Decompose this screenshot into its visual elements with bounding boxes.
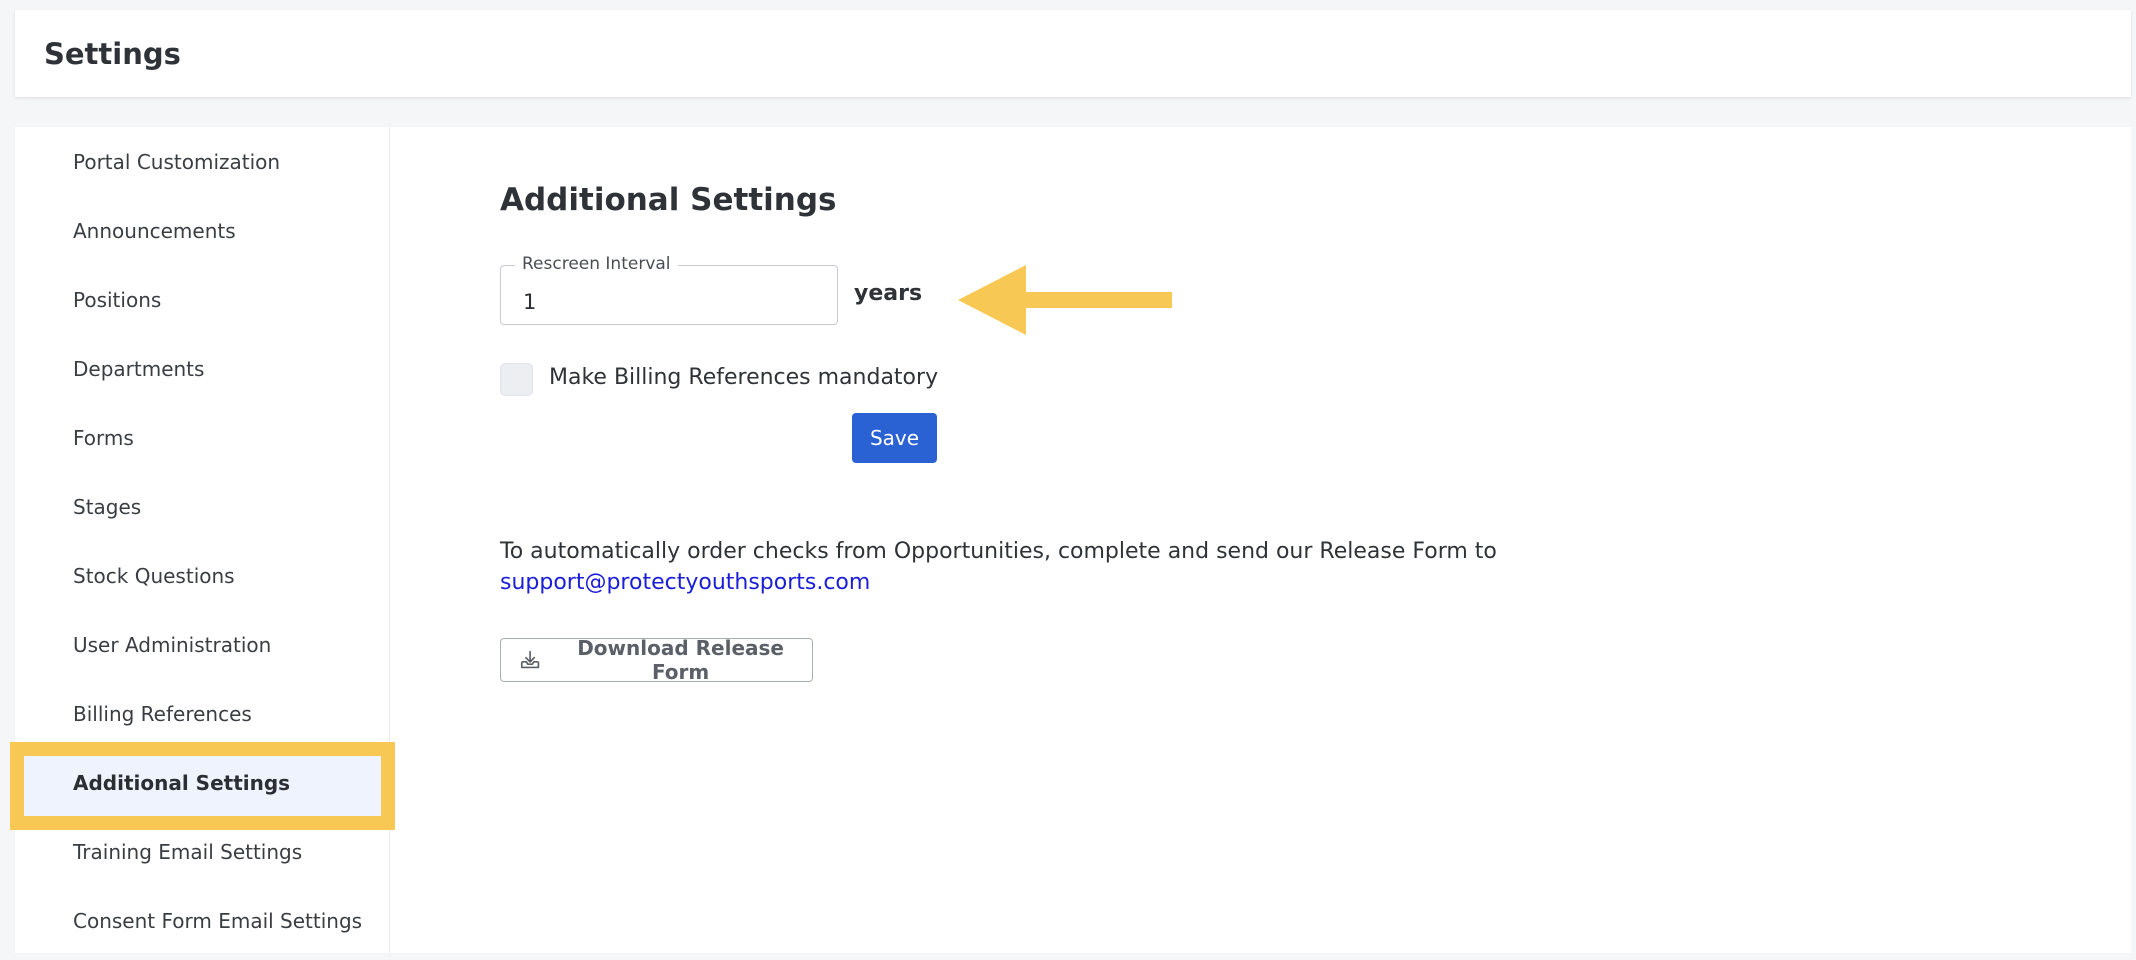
sidebar-item-stages[interactable]: Stages: [15, 472, 389, 541]
sidebar-item-label: Consent Form Email Settings: [73, 908, 363, 933]
settings-panel: Portal Customization Announcements Posit…: [10, 127, 2131, 955]
sidebar-item-label: Announcements: [73, 218, 236, 243]
billing-references-checkbox[interactable]: [500, 363, 533, 396]
sidebar-item-label: Additional Settings: [73, 770, 291, 795]
sidebar-item-consent-form-email-settings[interactable]: Consent Form Email Settings: [15, 886, 389, 955]
sidebar-item-user-administration[interactable]: User Administration: [15, 610, 389, 679]
sidebar-item-label: Billing References: [73, 701, 252, 726]
sidebar-item-training-email-settings[interactable]: Training Email Settings: [15, 817, 389, 886]
rescreen-interval-unit: years: [854, 281, 923, 306]
support-email-link[interactable]: support@protectyouthsports.com: [500, 570, 870, 595]
sidebar-item-portal-customization[interactable]: Portal Customization: [15, 127, 389, 196]
sidebar-item-announcements[interactable]: Announcements: [15, 196, 389, 265]
sidebar-item-billing-references[interactable]: Billing References: [15, 679, 389, 748]
sidebar-item-label: Departments: [73, 356, 205, 381]
sidebar-item-departments[interactable]: Departments: [15, 334, 389, 403]
sidebar-item-positions[interactable]: Positions: [15, 265, 389, 334]
page-title: Settings: [44, 37, 181, 71]
rescreen-interval-input[interactable]: [501, 266, 837, 324]
download-release-form-button[interactable]: Download Release Form: [500, 636, 813, 684]
page-header: Settings: [15, 10, 2131, 97]
sidebar-item-label: Stages: [73, 494, 142, 519]
billing-references-checkbox-label[interactable]: Make Billing References mandatory: [549, 365, 938, 390]
sidebar-item-label: User Administration: [73, 632, 272, 657]
download-release-form-label: Download Release Form: [577, 636, 784, 684]
arrow-left-icon: [958, 265, 1172, 335]
sidebar-item-additional-settings[interactable]: Additional Settings: [15, 748, 389, 817]
rescreen-interval-field: Rescreen Interval: [500, 254, 838, 325]
release-form-info-text: To automatically order checks from Oppor…: [500, 539, 1497, 564]
sidebar-item-label: Training Email Settings: [73, 839, 303, 864]
settings-sidebar: Portal Customization Announcements Posit…: [10, 127, 395, 955]
settings-content: Additional Settings Rescreen Interval ye…: [390, 127, 2131, 953]
sidebar-item-label: Positions: [73, 287, 162, 312]
sidebar-item-label: Stock Questions: [73, 563, 235, 588]
sidebar-item-forms[interactable]: Forms: [15, 403, 389, 472]
download-tray-icon: [520, 650, 540, 669]
sidebar-item-label: Portal Customization: [73, 149, 281, 174]
sidebar-item-label: Forms: [73, 425, 134, 450]
save-button[interactable]: Save: [852, 413, 937, 463]
section-title: Additional Settings: [500, 182, 837, 218]
sidebar-item-stock-questions[interactable]: Stock Questions: [15, 541, 389, 610]
